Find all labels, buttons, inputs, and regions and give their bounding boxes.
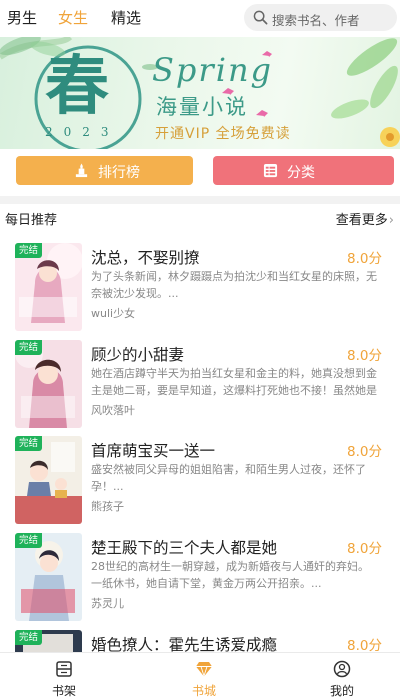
tab-featured[interactable]: 精选 <box>111 7 141 28</box>
book-item[interactable]: 完结 首席萌宝买一送一 8.0分 盛安然被同父异母的姐姐陷害，和陌生男人过夜，还… <box>0 436 400 532</box>
banner-promo-text: 开通VIP 全场免费读 <box>155 126 291 142</box>
book-item[interactable]: 完结 顾少的小甜妻 8.0分 她在酒店蹲守半天为拍当红女星和金主的料，她真没想到… <box>0 340 400 436</box>
book-title: 首席萌宝买一送一 <box>91 442 216 460</box>
book-title: 沈总，不娶别撩 <box>91 249 200 267</box>
nav-bookshelf[interactable]: 书架 <box>29 653 99 700</box>
book-cover: 完结 <box>15 340 82 428</box>
section-divider <box>0 196 400 204</box>
search-input[interactable]: 搜索书名、作者 <box>244 4 397 31</box>
book-score: 8.0分 <box>347 638 382 654</box>
completed-badge: 完结 <box>15 630 42 645</box>
book-description: 28世纪的高材生一朝穿越，成为新婚夜与人通奸的弃妇。一纸休书，她自请下堂，黄金万… <box>91 560 369 590</box>
book-title: 楚王殿下的三个夫人都是她 <box>91 539 278 557</box>
ranking-button-label: 排行榜 <box>98 165 140 181</box>
diamond-icon <box>196 662 212 678</box>
banner-spring-character: 春 <box>45 49 109 124</box>
banner-spring-text: Spring <box>152 51 274 89</box>
book-cover: 完结 <box>15 436 82 524</box>
view-more-label: 查看更多 <box>335 213 388 228</box>
book-score: 8.0分 <box>347 444 382 460</box>
completed-badge: 完结 <box>15 340 42 355</box>
completed-badge: 完结 <box>15 533 42 548</box>
tab-female[interactable]: 女生 <box>58 7 88 28</box>
book-author: 苏灵儿 <box>91 597 124 610</box>
nav-profile-label: 我的 <box>329 684 354 698</box>
section-title: 每日推荐 <box>5 213 58 228</box>
nav-profile[interactable]: 我的 <box>307 653 377 700</box>
promo-banner[interactable]: 春 2023 Spring 海量小说 开通VIP 全场免费读 <box>0 37 400 149</box>
book-cover: 完结 <box>15 533 82 621</box>
book-score: 8.0分 <box>347 541 382 557</box>
top-bar: 男生 女生 精选 搜索书名、作者 <box>0 0 400 36</box>
view-more-link[interactable]: 查看更多› <box>336 209 394 228</box>
completed-badge: 完结 <box>15 436 42 451</box>
chevron-right-icon: › <box>388 213 394 228</box>
category-button-label: 分类 <box>287 165 315 181</box>
book-title: 顾少的小甜妻 <box>91 346 185 364</box>
book-author: 熊孩子 <box>91 500 124 513</box>
category-list-icon <box>263 163 278 178</box>
bookshelf-icon <box>56 661 72 677</box>
book-author: 风吹落叶 <box>91 404 135 417</box>
ranking-button[interactable]: 排行榜 <box>16 156 193 185</box>
tab-male[interactable]: 男生 <box>7 7 37 28</box>
book-score: 8.0分 <box>347 348 382 364</box>
completed-badge: 完结 <box>15 243 42 258</box>
nav-bookshelf-label: 书架 <box>51 684 76 698</box>
book-description: 她在酒店蹲守半天为拍当红女星和金主的料，她真没想到金主是她二哥，要是早知道，这爆… <box>91 367 377 397</box>
book-author: wuli少女 <box>91 307 136 320</box>
book-item[interactable]: 完结 楚王殿下的三个夫人都是她 8.0分 28世纪的高材生一朝穿越，成为新婚夜与… <box>0 533 400 629</box>
book-description: 为了头条新闻，林夕蹑蹑点为拍沈少和当红女星的床照，无奈被沈少发现。... <box>91 270 377 300</box>
search-placeholder: 搜索书名、作者 <box>272 13 360 28</box>
book-cover: 完结 <box>15 243 82 331</box>
nav-bookstore-label: 书城 <box>191 684 216 698</box>
user-icon <box>333 660 351 678</box>
banner-year: 2023 <box>45 125 120 139</box>
search-icon <box>253 10 268 25</box>
trophy-icon <box>75 163 88 178</box>
book-description: 盛安然被同父异母的姐姐陷害，和陌生男人过夜，还怀了孕！... <box>91 463 366 493</box>
nav-bookstore[interactable]: 书城 <box>169 653 239 700</box>
book-score: 8.0分 <box>347 251 382 267</box>
book-item[interactable]: 完结 沈总，不娶别撩 8.0分 为了头条新闻，林夕蹑蹑点为拍沈少和当红女星的床照… <box>0 243 400 339</box>
bottom-navigation: 书架 书城 我的 <box>0 652 400 700</box>
banner-headline: 海量小说 <box>156 95 248 119</box>
category-button[interactable]: 分类 <box>213 156 394 185</box>
